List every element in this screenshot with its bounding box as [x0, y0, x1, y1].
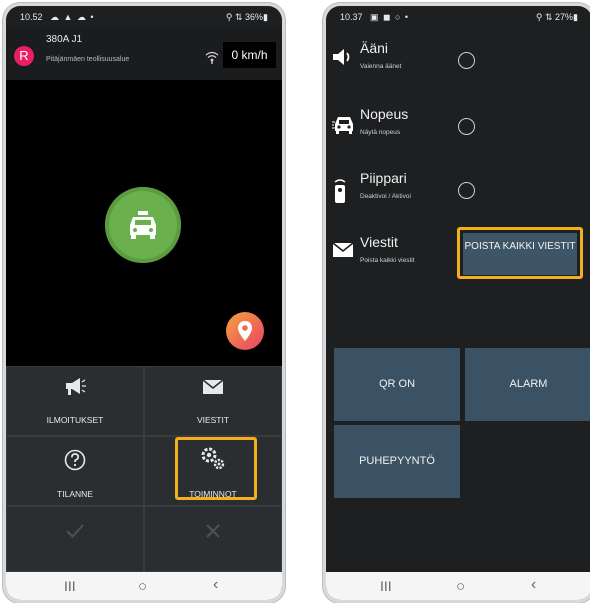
qr-on-button[interactable]: QR ON [334, 348, 460, 421]
status-icons: ▣ ◼ ○ • [370, 12, 410, 22]
confirm-button[interactable] [6, 506, 144, 572]
viestit-button[interactable]: VIESTIT [144, 366, 282, 436]
back-button[interactable]: ‹ [213, 576, 218, 594]
beeper-icon [332, 178, 354, 203]
poista-highlight [457, 227, 583, 279]
avatar[interactable]: R [14, 46, 34, 66]
aani-radio[interactable] [458, 52, 475, 69]
status-battery: ⚲ ⇅ 36%▮ [225, 12, 268, 22]
piippari-row[interactable]: Piippari Deaktivoi / Aktivoi [326, 164, 590, 224]
nopeus-radio[interactable] [458, 118, 475, 135]
tilanne-button[interactable]: TILANNE [6, 436, 144, 506]
recent-apps-button[interactable]: III [380, 578, 392, 594]
aani-title: Ääni [360, 40, 389, 56]
system-nav-bar: III ○ ‹ [326, 572, 590, 600]
ilmoitukset-label: ILMOITUKSET [46, 415, 104, 425]
puhepyynto-button[interactable]: PUHEPYYNTÖ [334, 425, 460, 498]
map-view[interactable] [6, 80, 282, 366]
vehicle-id: 380A J1 [46, 34, 83, 45]
viestit-subtitle: Poista kaikki viestit [360, 257, 415, 264]
check-icon [7, 523, 143, 544]
speed-display: 0 km/h [223, 42, 276, 68]
aani-subtitle: Vaienna äänet [360, 63, 402, 70]
mail-icon [332, 242, 354, 264]
piippari-subtitle: Deaktivoi / Aktivoi [360, 193, 411, 200]
status-bar: 10.52 ☁ ▲ ☁ • ⚲ ⇅ 36%▮ [6, 6, 282, 28]
home-button[interactable]: ○ [138, 578, 147, 595]
ilmoitukset-button[interactable]: ILMOITUKSET [6, 366, 144, 436]
back-button[interactable]: ‹ [531, 576, 536, 594]
speaker-icon [332, 48, 354, 70]
viestit-title: Viestit [360, 234, 398, 250]
recent-apps-button[interactable]: III [64, 578, 76, 594]
envelope-icon [145, 379, 281, 400]
status-bar: 10.37 ▣ ◼ ○ • ⚲ ⇅ 27%▮ [326, 6, 590, 28]
piippari-title: Piippari [360, 170, 407, 186]
aani-row[interactable]: Ääni Vaienna äänet [326, 34, 590, 94]
question-circle-icon [7, 449, 143, 476]
piippari-radio[interactable] [458, 182, 475, 199]
close-icon [145, 523, 281, 544]
status-time: 10.37 [340, 12, 363, 22]
tilanne-label: TILANNE [57, 489, 93, 499]
viestit-label: VIESTIT [196, 415, 230, 425]
nopeus-title: Nopeus [360, 106, 409, 122]
actions-panel: Ääni Vaienna äänet Nopeus Näytä nopeus P… [326, 28, 590, 572]
location-pin-icon [238, 321, 252, 341]
home-button[interactable]: ○ [456, 578, 465, 595]
phone-screen-actions: 10.37 ▣ ◼ ○ • ⚲ ⇅ 27%▮ Ääni Vaienna ääne… [326, 6, 590, 600]
status-time: 10.52 [20, 12, 43, 22]
nopeus-row[interactable]: Nopeus Näytä nopeus [326, 100, 590, 160]
taxi-icon [130, 211, 156, 239]
cancel-button[interactable] [144, 506, 282, 572]
wifi-icon [205, 50, 219, 67]
toiminnot-highlight [175, 437, 257, 500]
status-battery: ⚲ ⇅ 27%▮ [535, 12, 578, 22]
nopeus-subtitle: Näytä nopeus [360, 129, 401, 136]
location-button[interactable] [226, 312, 264, 350]
status-icons: ☁ ▲ ☁ • [50, 12, 95, 22]
vehicle-location: Pitäjänmäen teollisuusalue [46, 56, 130, 63]
alarm-button[interactable]: ALARM [465, 348, 590, 421]
taxi-status-button[interactable] [105, 187, 181, 263]
car-icon [332, 114, 354, 136]
phone-screen-main: 10.52 ☁ ▲ ☁ • ⚲ ⇅ 36%▮ R 380A J1 Pitäjän… [6, 6, 282, 600]
megaphone-icon [7, 377, 143, 400]
system-nav-bar: III ○ ‹ [6, 572, 282, 600]
app-header: R 380A J1 Pitäjänmäen teollisuusalue 0 k… [6, 28, 282, 80]
